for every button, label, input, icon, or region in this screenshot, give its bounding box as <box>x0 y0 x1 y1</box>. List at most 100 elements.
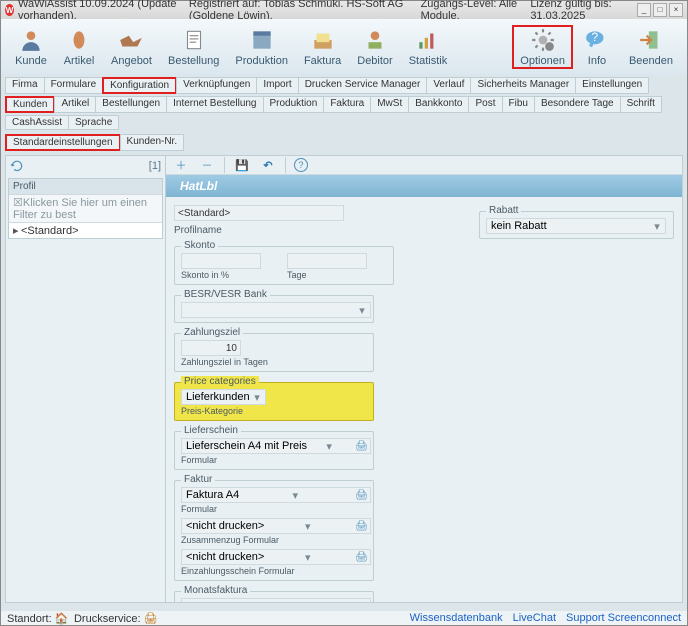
tab-firma[interactable]: Firma <box>5 77 45 94</box>
maximize-button[interactable]: □ <box>653 3 667 17</box>
app-logo-icon: W <box>5 4 14 16</box>
toolbar-info[interactable]: ?Info <box>573 25 621 69</box>
location-icon: 🏠 <box>55 613 69 625</box>
form-banner: HatLbl <box>166 175 682 197</box>
tab-konfiguration[interactable]: Konfiguration <box>102 77 177 94</box>
debitor-icon <box>362 27 388 53</box>
tab-faktura[interactable]: Faktura <box>323 96 371 113</box>
angebot-icon <box>118 27 144 53</box>
zusammenzug-combo[interactable]: <nicht drucken>▾🖨 <box>181 518 371 534</box>
save-button[interactable]: 💾 <box>233 156 251 174</box>
tab-einstellungen[interactable]: Einstellungen <box>575 77 649 94</box>
printer-icon: 🖨 <box>144 613 158 625</box>
toolbar-bestellung[interactable]: Bestellung <box>160 25 227 69</box>
print-icon: 🖨 <box>355 441 368 452</box>
tab-standardeinstellungen[interactable]: Standardeinstellungen <box>5 134 121 151</box>
grid-filter-row[interactable]: ☒Klicken Sie hier um einen Filter zu bes… <box>9 194 162 223</box>
skonto-pct-input[interactable] <box>181 253 261 269</box>
tab-artikel[interactable]: Artikel <box>54 96 96 113</box>
toolbar-optionen[interactable]: Optionen <box>512 25 573 69</box>
tab-bankkonto[interactable]: Bankkonto <box>408 96 469 113</box>
tab-drucken-service-manager[interactable]: Drucken Service Manager <box>298 77 428 94</box>
status-druckservice: Druckservice: 🖨 <box>74 612 158 625</box>
form-toolbar: ＋ － 💾 ↶ ? <box>166 156 682 175</box>
main-toolbar: KundeArtikelAngebotBestellungProduktionF… <box>1 19 687 75</box>
optionen-icon <box>530 27 556 53</box>
print-icon: 🖨 <box>355 490 368 501</box>
group-skonto: Skonto Skonto in % Tage <box>174 246 394 285</box>
svg-text:?: ? <box>591 30 598 44</box>
besr-combo[interactable]: ▾ <box>181 302 371 318</box>
status-standort: Standort: 🏠 <box>7 612 68 625</box>
page-indicator: [1] <box>149 160 161 172</box>
tab-bestellungen[interactable]: Bestellungen <box>95 96 167 113</box>
print-icon: 🖨 <box>355 552 368 563</box>
tab-import[interactable]: Import <box>256 77 298 94</box>
tab-formulare[interactable]: Formulare <box>44 77 104 94</box>
tab-sprache[interactable]: Sprache <box>68 115 119 130</box>
app-window: W WaWiAssist 10.09.2024 (Update vorhande… <box>0 0 688 626</box>
minimize-button[interactable]: _ <box>637 3 651 17</box>
tab-fibu[interactable]: Fibu <box>502 96 535 113</box>
tabrow-3: StandardeinstellungenKunden-Nr. <box>1 132 687 151</box>
tab-verlauf[interactable]: Verlauf <box>426 77 471 94</box>
tab-mwst[interactable]: MwSt <box>370 96 409 113</box>
statistik-icon <box>415 27 441 53</box>
tab-verknüpfungen[interactable]: Verknüpfungen <box>176 77 257 94</box>
undo-button[interactable]: ↶ <box>259 156 277 174</box>
titlebar: W WaWiAssist 10.09.2024 (Update vorhande… <box>1 1 687 19</box>
toolbar-faktura[interactable]: Faktura <box>296 25 349 69</box>
close-button[interactable]: × <box>669 3 683 17</box>
tab-produktion[interactable]: Produktion <box>263 96 325 113</box>
toolbar-angebot[interactable]: Angebot <box>103 25 160 69</box>
group-price-categories: Price categories Lieferkunden▾ Preis-Kat… <box>174 382 374 421</box>
toolbar-kunde[interactable]: Kunde <box>7 25 55 69</box>
produktion-icon <box>249 27 275 53</box>
skonto-tage-input[interactable] <box>287 253 367 269</box>
tabrow-1: FirmaFormulareKonfigurationVerknüpfungen… <box>1 75 687 94</box>
group-besr: BESR/VESR Bank ▾ <box>174 295 374 323</box>
group-lieferschein: Lieferschein Lieferschein A4 mit Preis▾🖨… <box>174 431 374 470</box>
einzahlung-combo[interactable]: <nicht drucken>▾🖨 <box>181 549 371 565</box>
toolbar-beenden[interactable]: Beenden <box>621 25 681 69</box>
tab-internet-bestellung[interactable]: Internet Bestellung <box>166 96 263 113</box>
tab-post[interactable]: Post <box>468 96 502 113</box>
refresh-icon[interactable] <box>10 159 24 173</box>
form-area: ＋ － 💾 ↶ ? HatLbl Profilname Skonto <box>166 156 682 602</box>
link-support[interactable]: Support Screenconnect <box>566 612 681 624</box>
help-button[interactable]: ? <box>294 158 308 172</box>
toolbar-artikel[interactable]: Artikel <box>55 25 103 69</box>
tab-sicherheits-manager[interactable]: Sicherheits Manager <box>470 77 576 94</box>
tab-kunden[interactable]: Kunden <box>5 96 55 113</box>
link-wissensdatenbank[interactable]: Wissensdatenbank <box>410 612 503 624</box>
kunde-icon <box>18 27 44 53</box>
statusbar: Standort: 🏠 Druckservice: 🖨 Wissensdaten… <box>1 607 687 625</box>
info-icon: ? <box>584 27 610 53</box>
price-category-combo[interactable]: Lieferkunden▾ <box>181 389 266 405</box>
tab-kunden-nr.[interactable]: Kunden-Nr. <box>120 134 185 151</box>
remove-button[interactable]: － <box>198 156 216 174</box>
tab-schrift[interactable]: Schrift <box>620 96 662 113</box>
group-rabatt: Rabatt kein Rabatt▾ <box>479 211 674 239</box>
bestellung-icon <box>181 27 207 53</box>
tab-besondere-tage[interactable]: Besondere Tage <box>534 96 621 113</box>
add-button[interactable]: ＋ <box>172 156 190 174</box>
toolbar-statistik[interactable]: Statistik <box>401 25 456 69</box>
rabatt-combo[interactable]: kein Rabatt▾ <box>486 218 666 234</box>
link-livechat[interactable]: LiveChat <box>513 612 556 624</box>
faktura-icon <box>310 27 336 53</box>
beenden-icon <box>638 27 664 53</box>
monatsfaktura-combo[interactable]: ▾ <box>181 598 371 602</box>
profilname-label: Profilname <box>174 225 449 236</box>
grid-header-profil[interactable]: Profil <box>9 179 162 194</box>
toolbar-debitor[interactable]: Debitor <box>349 25 400 69</box>
grid-row-standard[interactable]: ▸<Standard> <box>9 223 162 238</box>
tabrow-2: KundenArtikelBestellungenInternet Bestel… <box>1 94 687 130</box>
artikel-icon <box>66 27 92 53</box>
faktur-combo[interactable]: Faktura A4▾🖨 <box>181 487 371 503</box>
zahlungsziel-input[interactable] <box>181 340 241 356</box>
tab-cashassist[interactable]: CashAssist <box>5 115 69 130</box>
standard-input[interactable] <box>174 205 344 221</box>
toolbar-produktion[interactable]: Produktion <box>227 25 296 69</box>
lieferschein-combo[interactable]: Lieferschein A4 mit Preis▾🖨 <box>181 438 371 454</box>
